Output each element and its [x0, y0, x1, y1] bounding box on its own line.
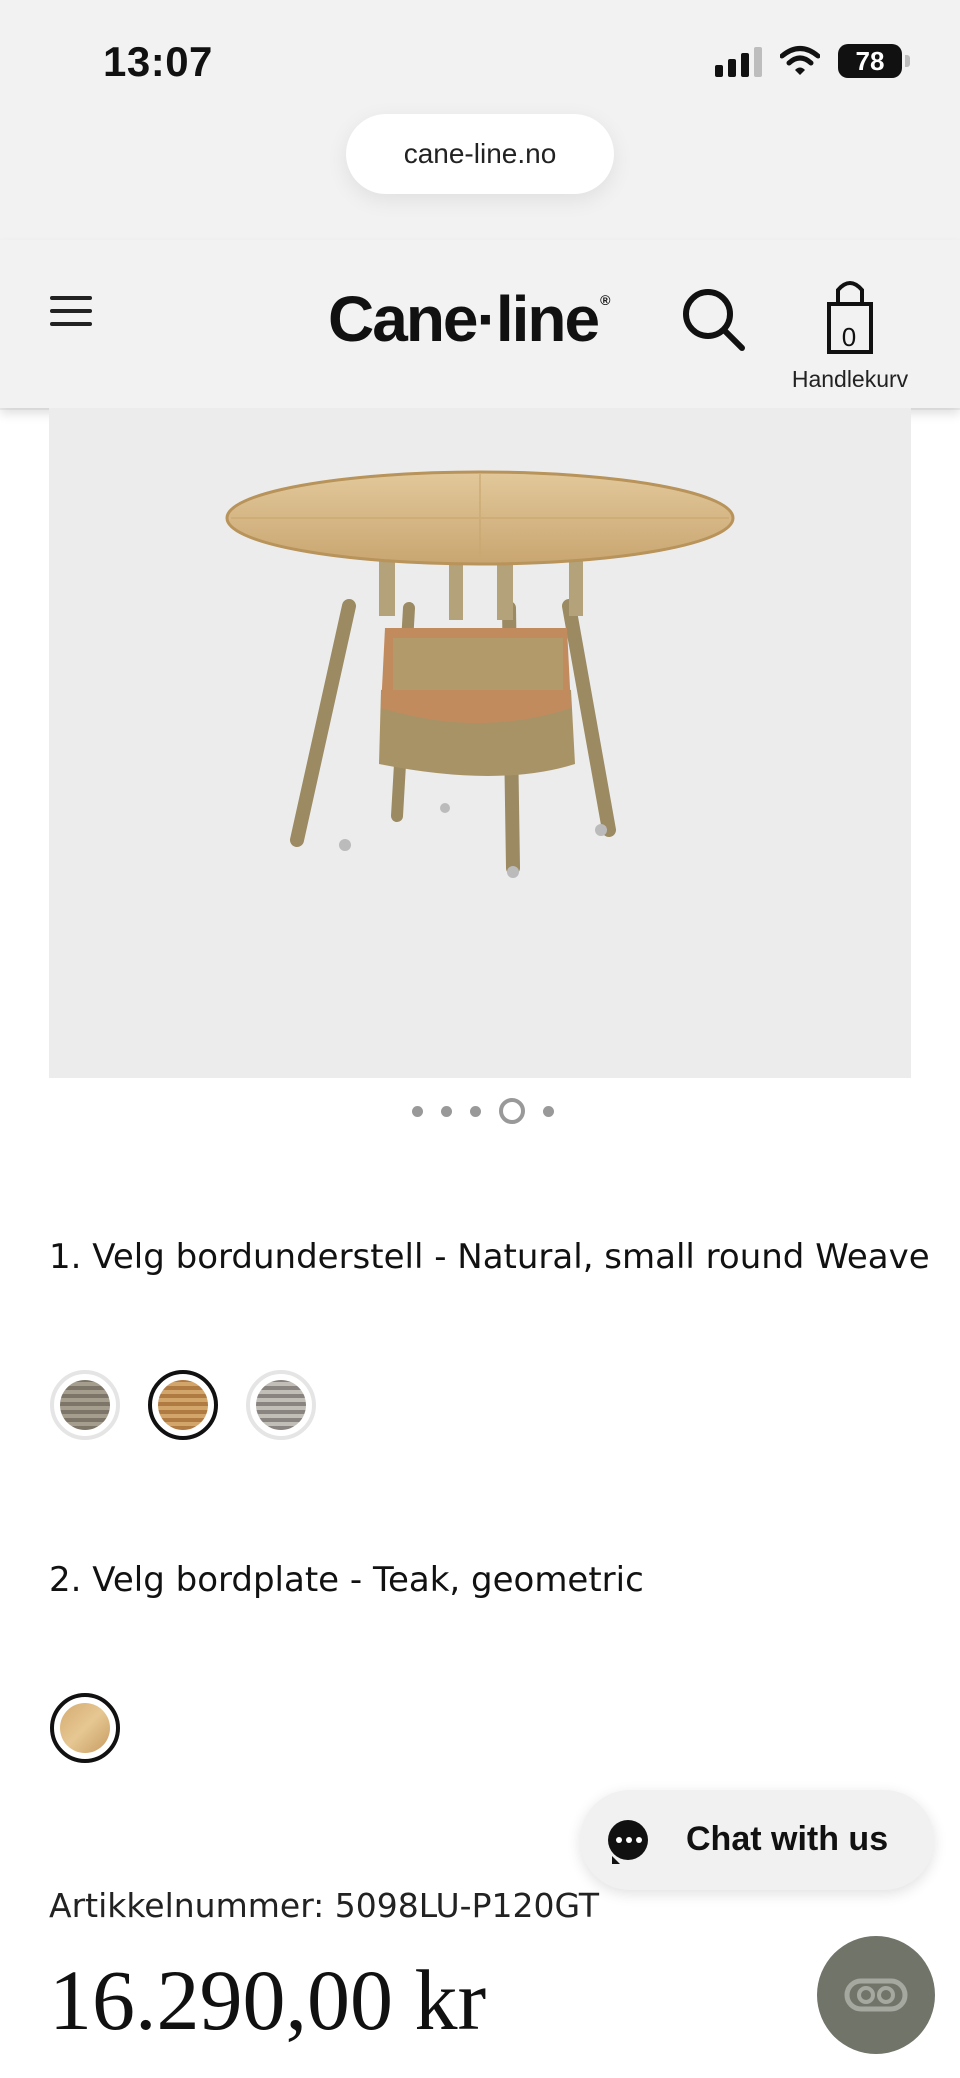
battery-level: 78	[855, 45, 885, 76]
cart-label: Handlekurv	[791, 366, 909, 392]
swatch-base-2[interactable]	[148, 1370, 218, 1440]
url-bar[interactable]: cane-line.no	[346, 114, 614, 194]
gallery-dot[interactable]	[441, 1105, 452, 1117]
cart-button[interactable]: 0 Handlekurv	[780, 264, 920, 392]
site-header: Cane·line ® 0 Handlekurv	[0, 240, 960, 408]
table-illustration	[225, 470, 735, 878]
registered-mark: ®	[600, 292, 610, 308]
chat-button[interactable]: Chat with us	[580, 1790, 934, 1890]
chat-launcher-button[interactable]	[817, 1936, 935, 2054]
wifi-icon	[780, 46, 820, 75]
menu-icon[interactable]	[50, 296, 92, 338]
product-image[interactable]	[49, 408, 911, 1078]
swatch-base-3[interactable]	[246, 1370, 316, 1440]
gallery-dot-active[interactable]	[499, 1098, 525, 1124]
chat-icon	[608, 1820, 648, 1864]
swatch-top-1[interactable]	[50, 1693, 120, 1763]
gallery-dot[interactable]	[543, 1105, 554, 1117]
status-time: 13:07	[103, 38, 213, 85]
chat-launcher-icon	[844, 1978, 908, 2012]
article-number: Artikkelnummer: 5098LU-P120GT	[49, 1886, 600, 1925]
option-top-title: 2. Velg bordplate - Teak, geometric	[49, 1560, 644, 1600]
gallery-pagination	[412, 1098, 554, 1124]
chat-label: Chat with us	[686, 1820, 889, 1858]
gallery-dot[interactable]	[412, 1105, 423, 1117]
search-icon[interactable]	[678, 284, 748, 354]
site-logo[interactable]: Cane·line ®	[328, 282, 610, 356]
battery-icon: 78	[838, 44, 910, 78]
logo-text: Cane·line	[328, 283, 600, 355]
cart-count: 0	[841, 322, 857, 352]
status-icons: 78	[715, 44, 910, 78]
swatch-base-1[interactable]	[50, 1370, 120, 1440]
product-price: 16.290,00 kr	[49, 1952, 487, 2048]
gallery-dot[interactable]	[470, 1105, 481, 1117]
signal-icon	[715, 45, 762, 77]
url-text: cane-line.no	[403, 138, 557, 169]
option-base-title: 1. Velg bordunderstell - Natural, small …	[49, 1237, 930, 1277]
